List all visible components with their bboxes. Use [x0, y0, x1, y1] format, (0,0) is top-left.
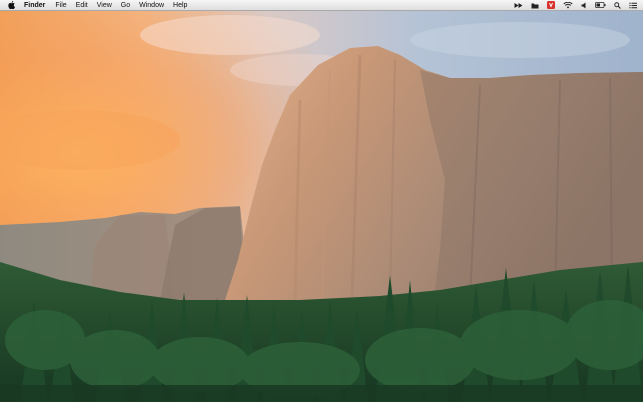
wifi-icon[interactable]	[563, 1, 573, 10]
menu-bar-left: Finder File Edit View Go Window Help	[0, 0, 196, 10]
menu-bar-status	[506, 0, 643, 10]
menu-go[interactable]: Go	[121, 0, 130, 11]
menu-view[interactable]: View	[97, 0, 112, 11]
notification-list-icon[interactable]	[629, 1, 637, 10]
menu-bar: Finder File Edit View Go Window Help	[0, 0, 643, 11]
volume-icon[interactable]	[581, 1, 587, 10]
apple-menu-icon[interactable]	[7, 1, 15, 10]
menu-file[interactable]: File	[55, 0, 66, 11]
menu-window[interactable]: Window	[139, 0, 164, 11]
menu-edit[interactable]: Edit	[76, 0, 88, 11]
menu-app-finder[interactable]: Finder	[24, 0, 45, 11]
airplay-icon[interactable]	[514, 1, 523, 10]
desktop-wallpaper	[0, 0, 643, 402]
red-app-icon[interactable]	[547, 1, 555, 10]
menu-help[interactable]: Help	[173, 0, 187, 11]
battery-icon[interactable]	[595, 1, 606, 10]
spotlight-icon[interactable]	[614, 1, 621, 10]
folder-icon[interactable]	[531, 1, 539, 10]
